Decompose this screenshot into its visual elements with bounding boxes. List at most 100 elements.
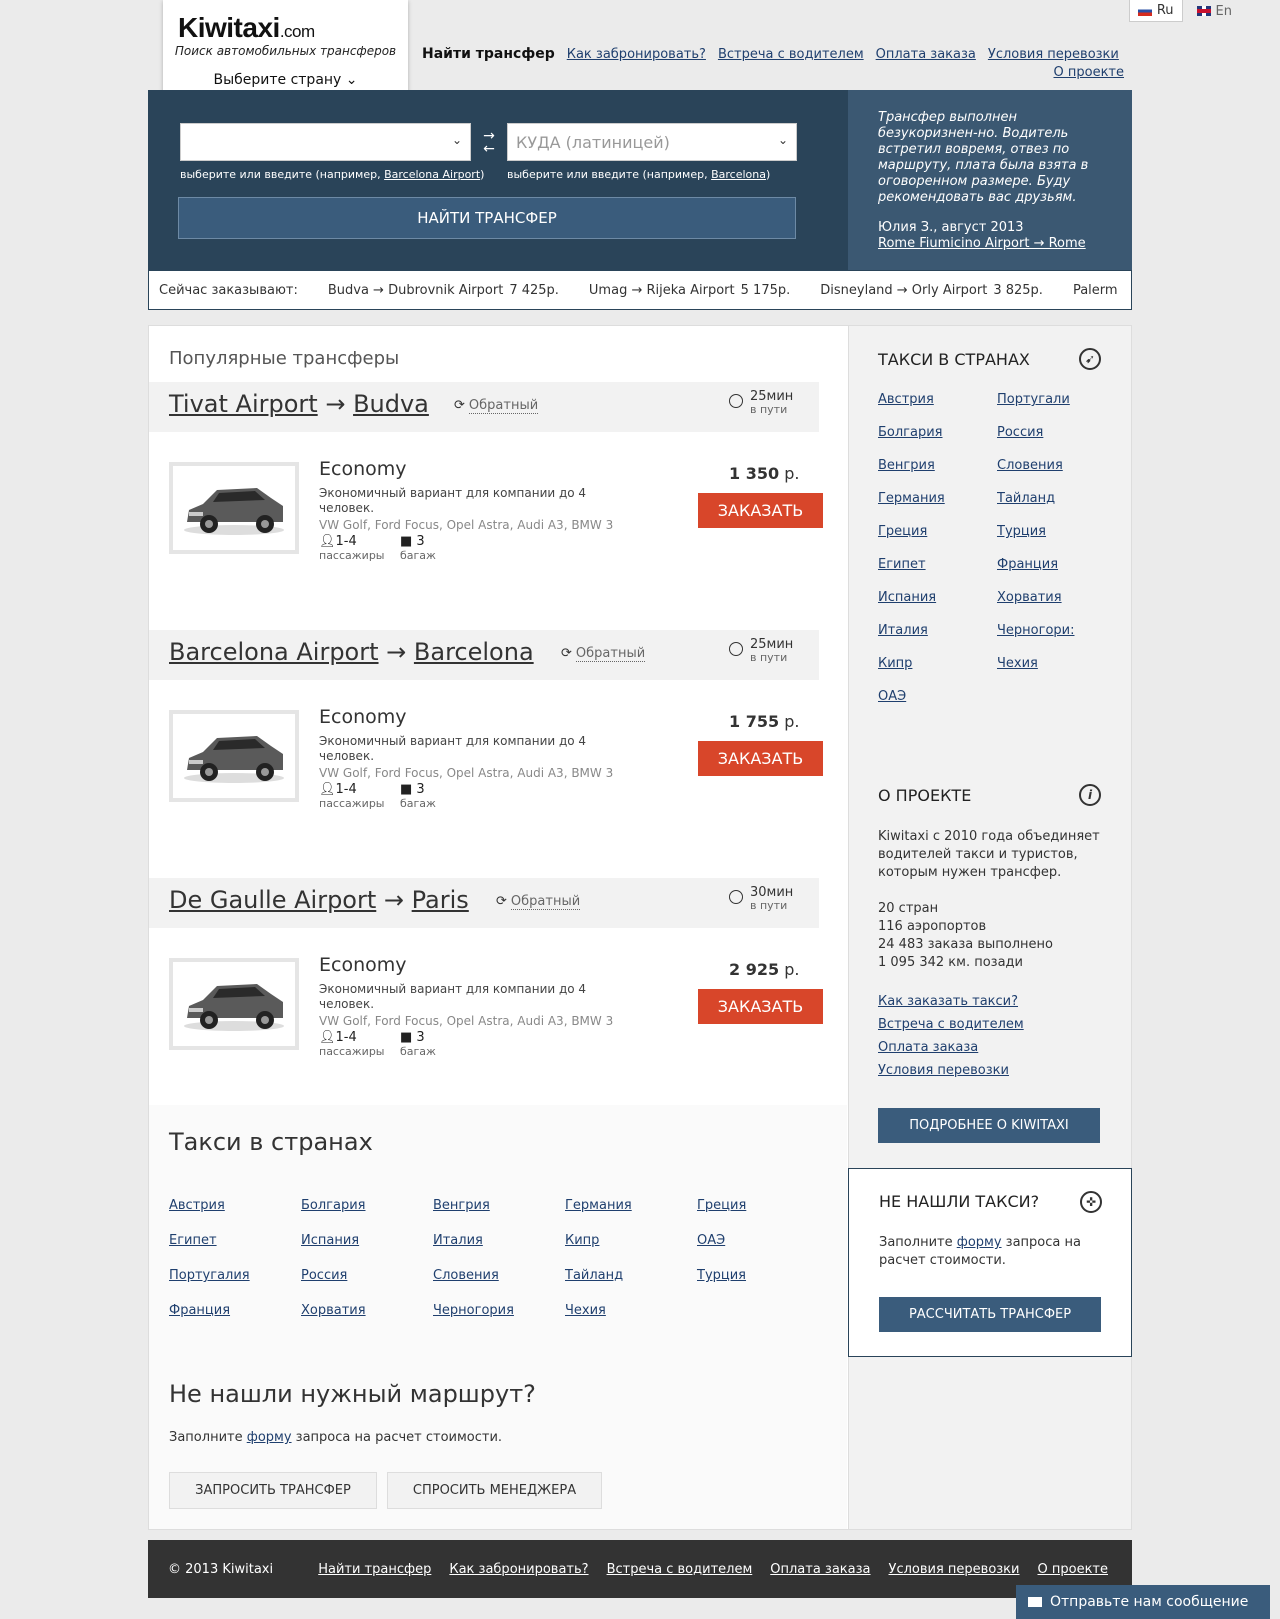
nav-meet-driver[interactable]: Встреча с водителем [718, 47, 864, 62]
to-example-link[interactable]: Barcelona [711, 168, 766, 181]
country-link[interactable]: Венгрия [433, 1198, 565, 1213]
sidebar-country-link[interactable]: Португали [997, 392, 1098, 407]
lang-en-button[interactable]: En [1189, 0, 1240, 22]
clock-icon [729, 642, 743, 656]
country-select[interactable]: Выберите страну ⌄ [163, 72, 408, 88]
to-select[interactable]: КУДА (латиницей) ⌄ [507, 123, 797, 161]
car-image [169, 958, 299, 1050]
return-link[interactable]: ⟳ Обратный [454, 398, 539, 414]
route-header: De Gaulle Airport → Paris ⟳ Обратный 30ми… [149, 878, 819, 928]
sidebar-country-link[interactable]: Тайланд [997, 491, 1098, 506]
route-from-link[interactable]: Barcelona Airport [169, 638, 379, 666]
route-from-link[interactable]: De Gaulle Airport [169, 886, 376, 914]
footer-link[interactable]: Встреча с водителем [607, 1562, 753, 1577]
review-route-link[interactable]: Rome Fiumicino Airport → Rome [878, 236, 1086, 251]
sidebar-country-link[interactable]: Испания [878, 590, 997, 605]
send-message-button[interactable]: Отправьте нам сообщение [1016, 1585, 1270, 1619]
footer-link[interactable]: Как забронировать? [449, 1562, 588, 1577]
about-link[interactable]: Условия перевозки [878, 1063, 1009, 1078]
ticker-item[interactable]: Umag → Rijeka Airport 5 175р. [589, 283, 790, 298]
ticker-item[interactable]: Disneyland → Orly Airport 3 825р. [820, 283, 1043, 298]
sidebar-country-link[interactable]: Австрия [878, 392, 997, 407]
return-link[interactable]: ⟳ Обратный [496, 894, 581, 910]
country-link[interactable]: Хорватия [301, 1303, 433, 1318]
sidebar-country-link[interactable]: Франция [997, 557, 1098, 572]
country-link[interactable]: Турция [697, 1268, 797, 1283]
country-link[interactable]: Болгария [301, 1198, 433, 1213]
footer-link[interactable]: О проекте [1038, 1562, 1109, 1577]
country-link[interactable]: Италия [433, 1233, 565, 1248]
form-link[interactable]: форму [247, 1430, 292, 1445]
sidebar-country-link[interactable]: Словения [997, 458, 1098, 473]
order-button[interactable]: ЗАКАЗАТЬ [698, 493, 823, 528]
ticker-item[interactable]: Palerm [1073, 283, 1124, 298]
route-to-link[interactable]: Barcelona [414, 638, 534, 666]
swap-icon[interactable]: → ← [480, 129, 498, 156]
price: 1 755 р. [729, 712, 800, 731]
nav-payment[interactable]: Оплата заказа [876, 47, 976, 62]
sidebar-country-link[interactable]: Чехия [997, 656, 1098, 671]
about-link[interactable]: Оплата заказа [878, 1040, 978, 1055]
ticker-item[interactable]: Budva → Dubrovnik Airport 7 425р. [328, 283, 559, 298]
sidebar-country-link[interactable]: Германия [878, 491, 997, 506]
russia-flag-icon [1137, 5, 1152, 16]
sidebar-country-link[interactable]: ОАЭ [878, 689, 997, 704]
country-link[interactable]: Испания [301, 1233, 433, 1248]
order-button[interactable]: ЗАКАЗАТЬ [698, 741, 823, 776]
about-more-button[interactable]: ПОДРОБНЕЕ О KIWITAXI [878, 1108, 1100, 1143]
sidebar-country-link[interactable]: Кипр [878, 656, 997, 671]
logo[interactable]: Kiwitaxi.com [178, 12, 315, 44]
request-transfer-button[interactable]: ЗАПРОСИТЬ ТРАНСФЕР [169, 1472, 377, 1509]
ask-manager-button[interactable]: СПРОСИТЬ МЕНЕДЖЕРА [387, 1472, 602, 1509]
route-from-link[interactable]: Tivat Airport [169, 390, 318, 418]
about-link[interactable]: Как заказать такси? [878, 994, 1018, 1009]
sidebar-country-link[interactable]: Египет [878, 557, 997, 572]
route-header: Barcelona Airport → Barcelona ⟳ Обратный … [149, 630, 819, 680]
sidebar-country-link[interactable]: Россия [997, 425, 1098, 440]
route-to-link[interactable]: Paris [412, 886, 469, 914]
lang-ru-button[interactable]: Ru [1128, 0, 1183, 22]
find-transfer-button[interactable]: НАЙТИ ТРАНСФЕР [178, 197, 796, 239]
country-link[interactable]: Словения [433, 1268, 565, 1283]
sidebar-country-link[interactable]: Греция [878, 524, 997, 539]
country-link[interactable]: Франция [169, 1303, 301, 1318]
from-example-link[interactable]: Barcelona Airport [384, 168, 480, 181]
compass-icon: ➹ [1079, 348, 1101, 370]
footer-link[interactable]: Найти трансфер [318, 1562, 431, 1577]
country-link[interactable]: Черногория [433, 1303, 565, 1318]
country-link[interactable]: Кипр [565, 1233, 697, 1248]
calculate-transfer-button[interactable]: РАССЧИТАТЬ ТРАНСФЕР [879, 1297, 1101, 1332]
nav-about[interactable]: О проекте [1054, 65, 1125, 80]
from-select[interactable]: ⌄ [180, 123, 471, 161]
footer-link[interactable]: Условия перевозки [889, 1562, 1020, 1577]
country-link[interactable]: ОАЭ [697, 1233, 797, 1248]
sidebar-country-link[interactable]: Хорватия [997, 590, 1098, 605]
sidebar-country-link[interactable]: Болгария [878, 425, 997, 440]
refresh-icon: ⟳ [496, 894, 507, 909]
nav-terms[interactable]: Условия перевозки [988, 47, 1119, 62]
return-link[interactable]: ⟳ Обратный [561, 646, 646, 662]
nav-how-to-book[interactable]: Как забронировать? [567, 47, 706, 62]
country-link[interactable]: Чехия [565, 1303, 697, 1318]
car-class: Economy [319, 706, 407, 728]
sidebar-country-link[interactable]: Черногори: [997, 623, 1098, 638]
sidebar-country-link[interactable]: Венгрия [878, 458, 997, 473]
order-button[interactable]: ЗАКАЗАТЬ [698, 989, 823, 1024]
country-link[interactable]: Португалия [169, 1268, 301, 1283]
nav-find-transfer[interactable]: Найти трансфер [422, 46, 555, 62]
country-link[interactable]: Россия [301, 1268, 433, 1283]
route-to-link[interactable]: Budva [353, 390, 429, 418]
country-link[interactable]: Египет [169, 1233, 301, 1248]
country-link[interactable]: Германия [565, 1198, 697, 1213]
review-panel: Трансфер выполнен безукоризнен-но. Водит… [848, 90, 1132, 270]
country-link[interactable]: Тайланд [565, 1268, 697, 1283]
form-link[interactable]: форму [957, 1235, 1002, 1250]
ticker-label: Сейчас заказывают: [159, 282, 298, 298]
about-link[interactable]: Встреча с водителем [878, 1017, 1024, 1032]
country-link[interactable]: Австрия [169, 1198, 301, 1213]
about-title: О ПРОЕКТЕ [878, 786, 972, 805]
footer-link[interactable]: Оплата заказа [770, 1562, 870, 1577]
country-link[interactable]: Греция [697, 1198, 797, 1213]
sidebar-country-link[interactable]: Турция [997, 524, 1098, 539]
sidebar-country-link[interactable]: Италия [878, 623, 997, 638]
